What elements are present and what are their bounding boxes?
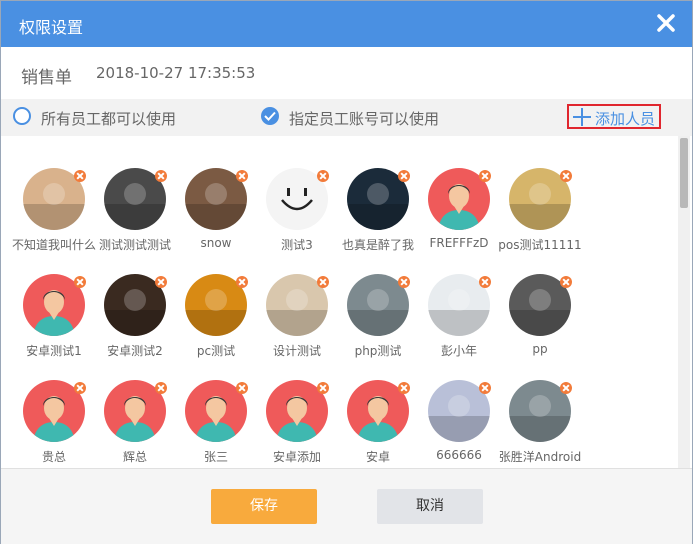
remove-member-icon[interactable] (317, 170, 329, 182)
member-item[interactable]: 张胜洋Android (499, 380, 581, 468)
remove-member-icon[interactable] (560, 382, 572, 394)
add-member-button[interactable]: 添加人员 (567, 104, 661, 129)
member-item[interactable]: pp (500, 274, 580, 374)
member-name: pos测试11111 (498, 238, 582, 252)
remove-member-icon[interactable] (236, 276, 248, 288)
member-item[interactable]: 贵总 (14, 380, 94, 468)
member-name: 666666 (436, 448, 482, 462)
member-item[interactable]: 不知道我叫什么 (12, 168, 96, 268)
member-name: pp (532, 342, 548, 356)
cancel-button[interactable]: 取消 (377, 489, 483, 524)
remove-member-icon[interactable] (479, 382, 491, 394)
remove-member-icon[interactable] (479, 276, 491, 288)
member-item[interactable]: 也真是醉了我 (338, 168, 418, 268)
member-name: 安卓 (365, 450, 390, 464)
member-name: 测试测试测试 (98, 238, 171, 252)
dialog-footer: 保存 取消 (1, 468, 692, 544)
member-item[interactable]: 设计测试 (257, 274, 337, 374)
add-member-label: 添加人员 (595, 110, 656, 128)
radio-all-employees[interactable] (13, 107, 31, 125)
member-item[interactable]: php测试 (338, 274, 418, 374)
member-name: 安卓测试1 (26, 344, 82, 358)
remove-member-icon[interactable] (74, 276, 86, 288)
remove-member-icon[interactable] (74, 170, 86, 182)
member-item[interactable]: snow (176, 168, 256, 268)
radio-specified-employees[interactable] (261, 107, 279, 125)
document-type: 销售单 (21, 68, 72, 88)
remove-member-icon[interactable] (155, 382, 167, 394)
remove-member-icon[interactable] (236, 170, 248, 182)
member-name: FREFFFzD (429, 236, 489, 250)
document-info: 销售单 2018-10-27 17:35:53 (1, 47, 692, 99)
remove-member-icon[interactable] (398, 382, 410, 394)
member-item[interactable]: 安卓测试1 (14, 274, 94, 374)
member-item[interactable]: pos测试11111 (498, 168, 582, 268)
remove-member-icon[interactable] (236, 382, 248, 394)
member-item[interactable]: 666666 (419, 380, 499, 468)
member-name: 彭小年 (440, 344, 477, 358)
remove-member-icon[interactable] (398, 276, 410, 288)
member-item[interactable]: 安卓添加 (257, 380, 337, 468)
plus-icon (573, 107, 591, 126)
remove-member-icon[interactable] (317, 382, 329, 394)
member-item[interactable]: 测试测试测试 (95, 168, 175, 268)
member-name: 测试3 (281, 238, 313, 252)
remove-member-icon[interactable] (317, 276, 329, 288)
remove-member-icon[interactable] (155, 170, 167, 182)
member-name: pc测试 (196, 344, 236, 358)
remove-member-icon[interactable] (560, 170, 572, 182)
member-item[interactable]: 测试3 (257, 168, 337, 268)
member-name: 张胜洋Android (498, 450, 582, 464)
radio-specified-employees-label[interactable]: 指定员工账号可以使用 (289, 108, 439, 129)
permission-options: 所有员工都可以使用 指定员工账号可以使用 添加人员 (1, 99, 692, 136)
radio-all-employees-label[interactable]: 所有员工都可以使用 (41, 108, 176, 129)
remove-member-icon[interactable] (155, 276, 167, 288)
member-item[interactable]: 辉总 (95, 380, 175, 468)
member-name: 贵总 (41, 450, 66, 464)
member-name: php测试 (354, 344, 402, 358)
member-item[interactable]: pc测试 (176, 274, 256, 374)
member-item[interactable]: 安卓 (338, 380, 418, 468)
member-name: 安卓添加 (272, 450, 321, 464)
member-item[interactable]: 张三 (176, 380, 256, 468)
member-item[interactable]: 安卓测试2 (95, 274, 175, 374)
member-name: 设计测试 (272, 344, 321, 358)
remove-member-icon[interactable] (74, 382, 86, 394)
member-name: 辉总 (122, 450, 147, 464)
member-grid: 不知道我叫什么 测试测试测试 snow 测试3 也真是醉了我 FREFFFzD pos测试1… (1, 136, 692, 468)
document-timestamp: 2018-10-27 17:35:53 (96, 64, 256, 82)
close-icon[interactable] (654, 11, 678, 35)
member-name: 张三 (203, 450, 228, 464)
member-name: 安卓测试2 (107, 344, 163, 358)
remove-member-icon[interactable] (479, 170, 491, 182)
member-name: 不知道我叫什么 (11, 238, 96, 252)
member-item[interactable]: FREFFFzD (419, 168, 499, 268)
save-button[interactable]: 保存 (211, 489, 317, 524)
member-name: snow (200, 236, 232, 250)
permission-dialog: 权限设置 销售单 2018-10-27 17:35:53 所有员工都可以使用 指… (0, 0, 693, 544)
dialog-title: 权限设置 (19, 18, 84, 37)
dialog-titlebar: 权限设置 (1, 1, 692, 47)
remove-member-icon[interactable] (398, 170, 410, 182)
scrollbar-thumb[interactable] (680, 138, 688, 208)
member-name: 也真是醉了我 (341, 238, 414, 252)
member-grid-scrollbar[interactable] (678, 136, 690, 468)
check-icon (264, 111, 276, 121)
remove-member-icon[interactable] (560, 276, 572, 288)
member-item[interactable]: 彭小年 (419, 274, 499, 374)
